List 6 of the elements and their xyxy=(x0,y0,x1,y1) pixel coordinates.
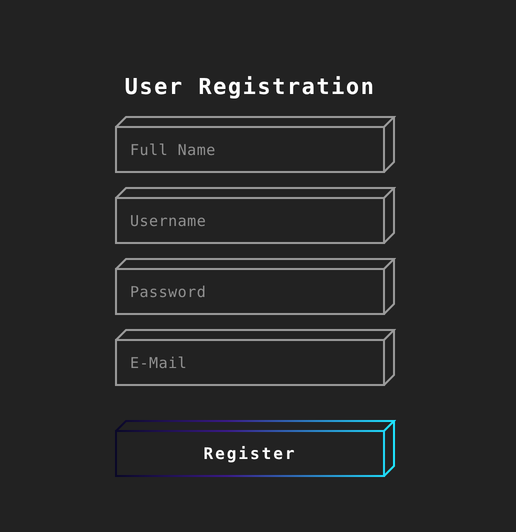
form-title: User Registration xyxy=(124,74,376,102)
input-field[interactable]: E-Mail xyxy=(117,341,383,384)
input-field[interactable]: Full Name xyxy=(117,128,383,171)
input-field[interactable]: Password xyxy=(117,270,383,313)
register-button[interactable]: Register xyxy=(115,420,396,477)
input-field[interactable]: Username xyxy=(117,199,383,242)
